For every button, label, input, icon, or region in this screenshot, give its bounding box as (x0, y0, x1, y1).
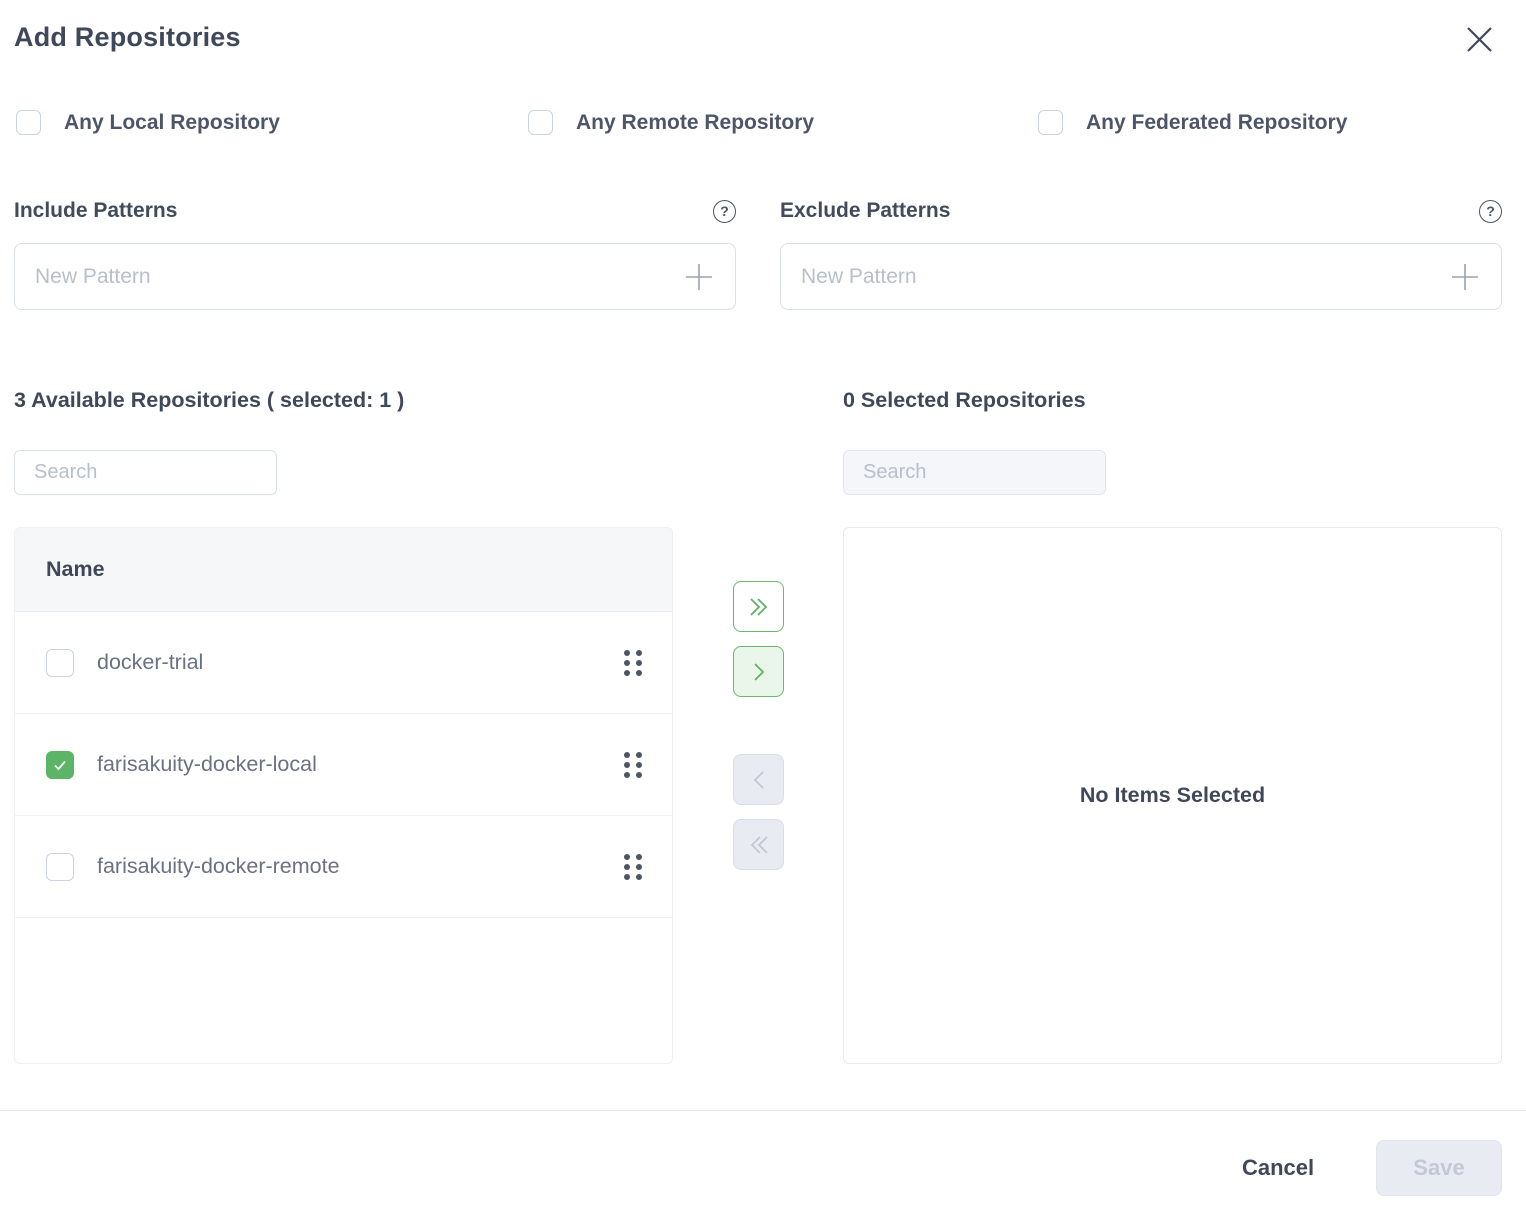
available-search-input[interactable] (14, 450, 277, 495)
dialog-title: Add Repositories (14, 22, 241, 53)
checkbox-box[interactable] (1038, 110, 1063, 135)
include-patterns-help-icon[interactable]: ? (713, 200, 736, 223)
double-chevron-left-icon (746, 834, 772, 856)
checkbox-box[interactable] (16, 110, 41, 135)
row-checkbox[interactable] (46, 853, 74, 881)
move-selected-left-button[interactable] (733, 754, 784, 805)
checkbox-box[interactable] (528, 110, 553, 135)
move-selected-right-button[interactable] (733, 646, 784, 697)
table-header-name: Name (15, 528, 672, 612)
row-checkbox[interactable] (46, 751, 74, 779)
checkbox-label: Any Local Repository (64, 111, 280, 135)
table-row-farisakuity-docker-remote[interactable]: farisakuity-docker-remote (15, 816, 672, 918)
exclude-patterns-help-icon[interactable]: ? (1479, 200, 1502, 223)
repo-name: farisakuity-docker-local (97, 752, 622, 777)
save-button[interactable]: Save (1376, 1140, 1502, 1196)
checkbox-any-local-repository[interactable]: Any Local Repository (16, 110, 280, 135)
chevron-right-icon (749, 661, 769, 683)
add-exclude-pattern-button[interactable] (1449, 261, 1481, 293)
move-all-right-button[interactable] (733, 581, 784, 632)
exclude-pattern-input-wrap (780, 243, 1502, 310)
include-pattern-input[interactable] (35, 265, 683, 289)
available-repositories-heading: 3 Available Repositories ( selected: 1 ) (14, 388, 404, 413)
selected-repositories-heading: 0 Selected Repositories (843, 388, 1086, 413)
double-chevron-right-icon (746, 596, 772, 618)
drag-handle-icon[interactable] (622, 647, 644, 679)
add-include-pattern-button[interactable] (683, 261, 715, 293)
chevron-left-icon (749, 769, 769, 791)
cancel-button[interactable]: Cancel (1242, 1153, 1314, 1183)
exclude-patterns-section: Exclude Patterns ? (780, 198, 1502, 310)
move-all-left-button[interactable] (733, 819, 784, 870)
include-pattern-input-wrap (14, 243, 736, 310)
exclude-patterns-label: Exclude Patterns (780, 199, 950, 223)
checkbox-any-remote-repository[interactable]: Any Remote Repository (528, 110, 814, 135)
checkbox-any-federated-repository[interactable]: Any Federated Repository (1038, 110, 1347, 135)
checkbox-label: Any Federated Repository (1086, 111, 1347, 135)
no-items-selected-text: No Items Selected (1080, 783, 1265, 808)
add-repositories-dialog: Add Repositories Any Local Repository An… (0, 0, 1526, 1216)
plus-icon (684, 262, 714, 292)
close-button[interactable] (1462, 22, 1496, 56)
table-row-docker-trial[interactable]: docker-trial (15, 612, 672, 714)
check-icon (52, 757, 68, 773)
footer-divider (0, 1110, 1526, 1111)
checkbox-label: Any Remote Repository (576, 111, 814, 135)
repo-name: farisakuity-docker-remote (97, 854, 622, 879)
include-patterns-label: Include Patterns (14, 199, 177, 223)
selected-search-input[interactable] (843, 450, 1106, 495)
repo-type-row: Any Local Repository Any Remote Reposito… (0, 110, 1526, 138)
close-icon (1464, 24, 1495, 55)
drag-handle-icon[interactable] (622, 851, 644, 883)
table-row-farisakuity-docker-local[interactable]: farisakuity-docker-local (15, 714, 672, 816)
include-patterns-section: Include Patterns ? (14, 198, 736, 310)
selected-repositories-panel: No Items Selected (843, 527, 1502, 1064)
available-repositories-table: Name docker-trial fa (14, 527, 673, 1064)
row-checkbox[interactable] (46, 649, 74, 677)
exclude-pattern-input[interactable] (801, 265, 1449, 289)
drag-handle-icon[interactable] (622, 749, 644, 781)
repo-name: docker-trial (97, 650, 622, 675)
plus-icon (1450, 262, 1480, 292)
